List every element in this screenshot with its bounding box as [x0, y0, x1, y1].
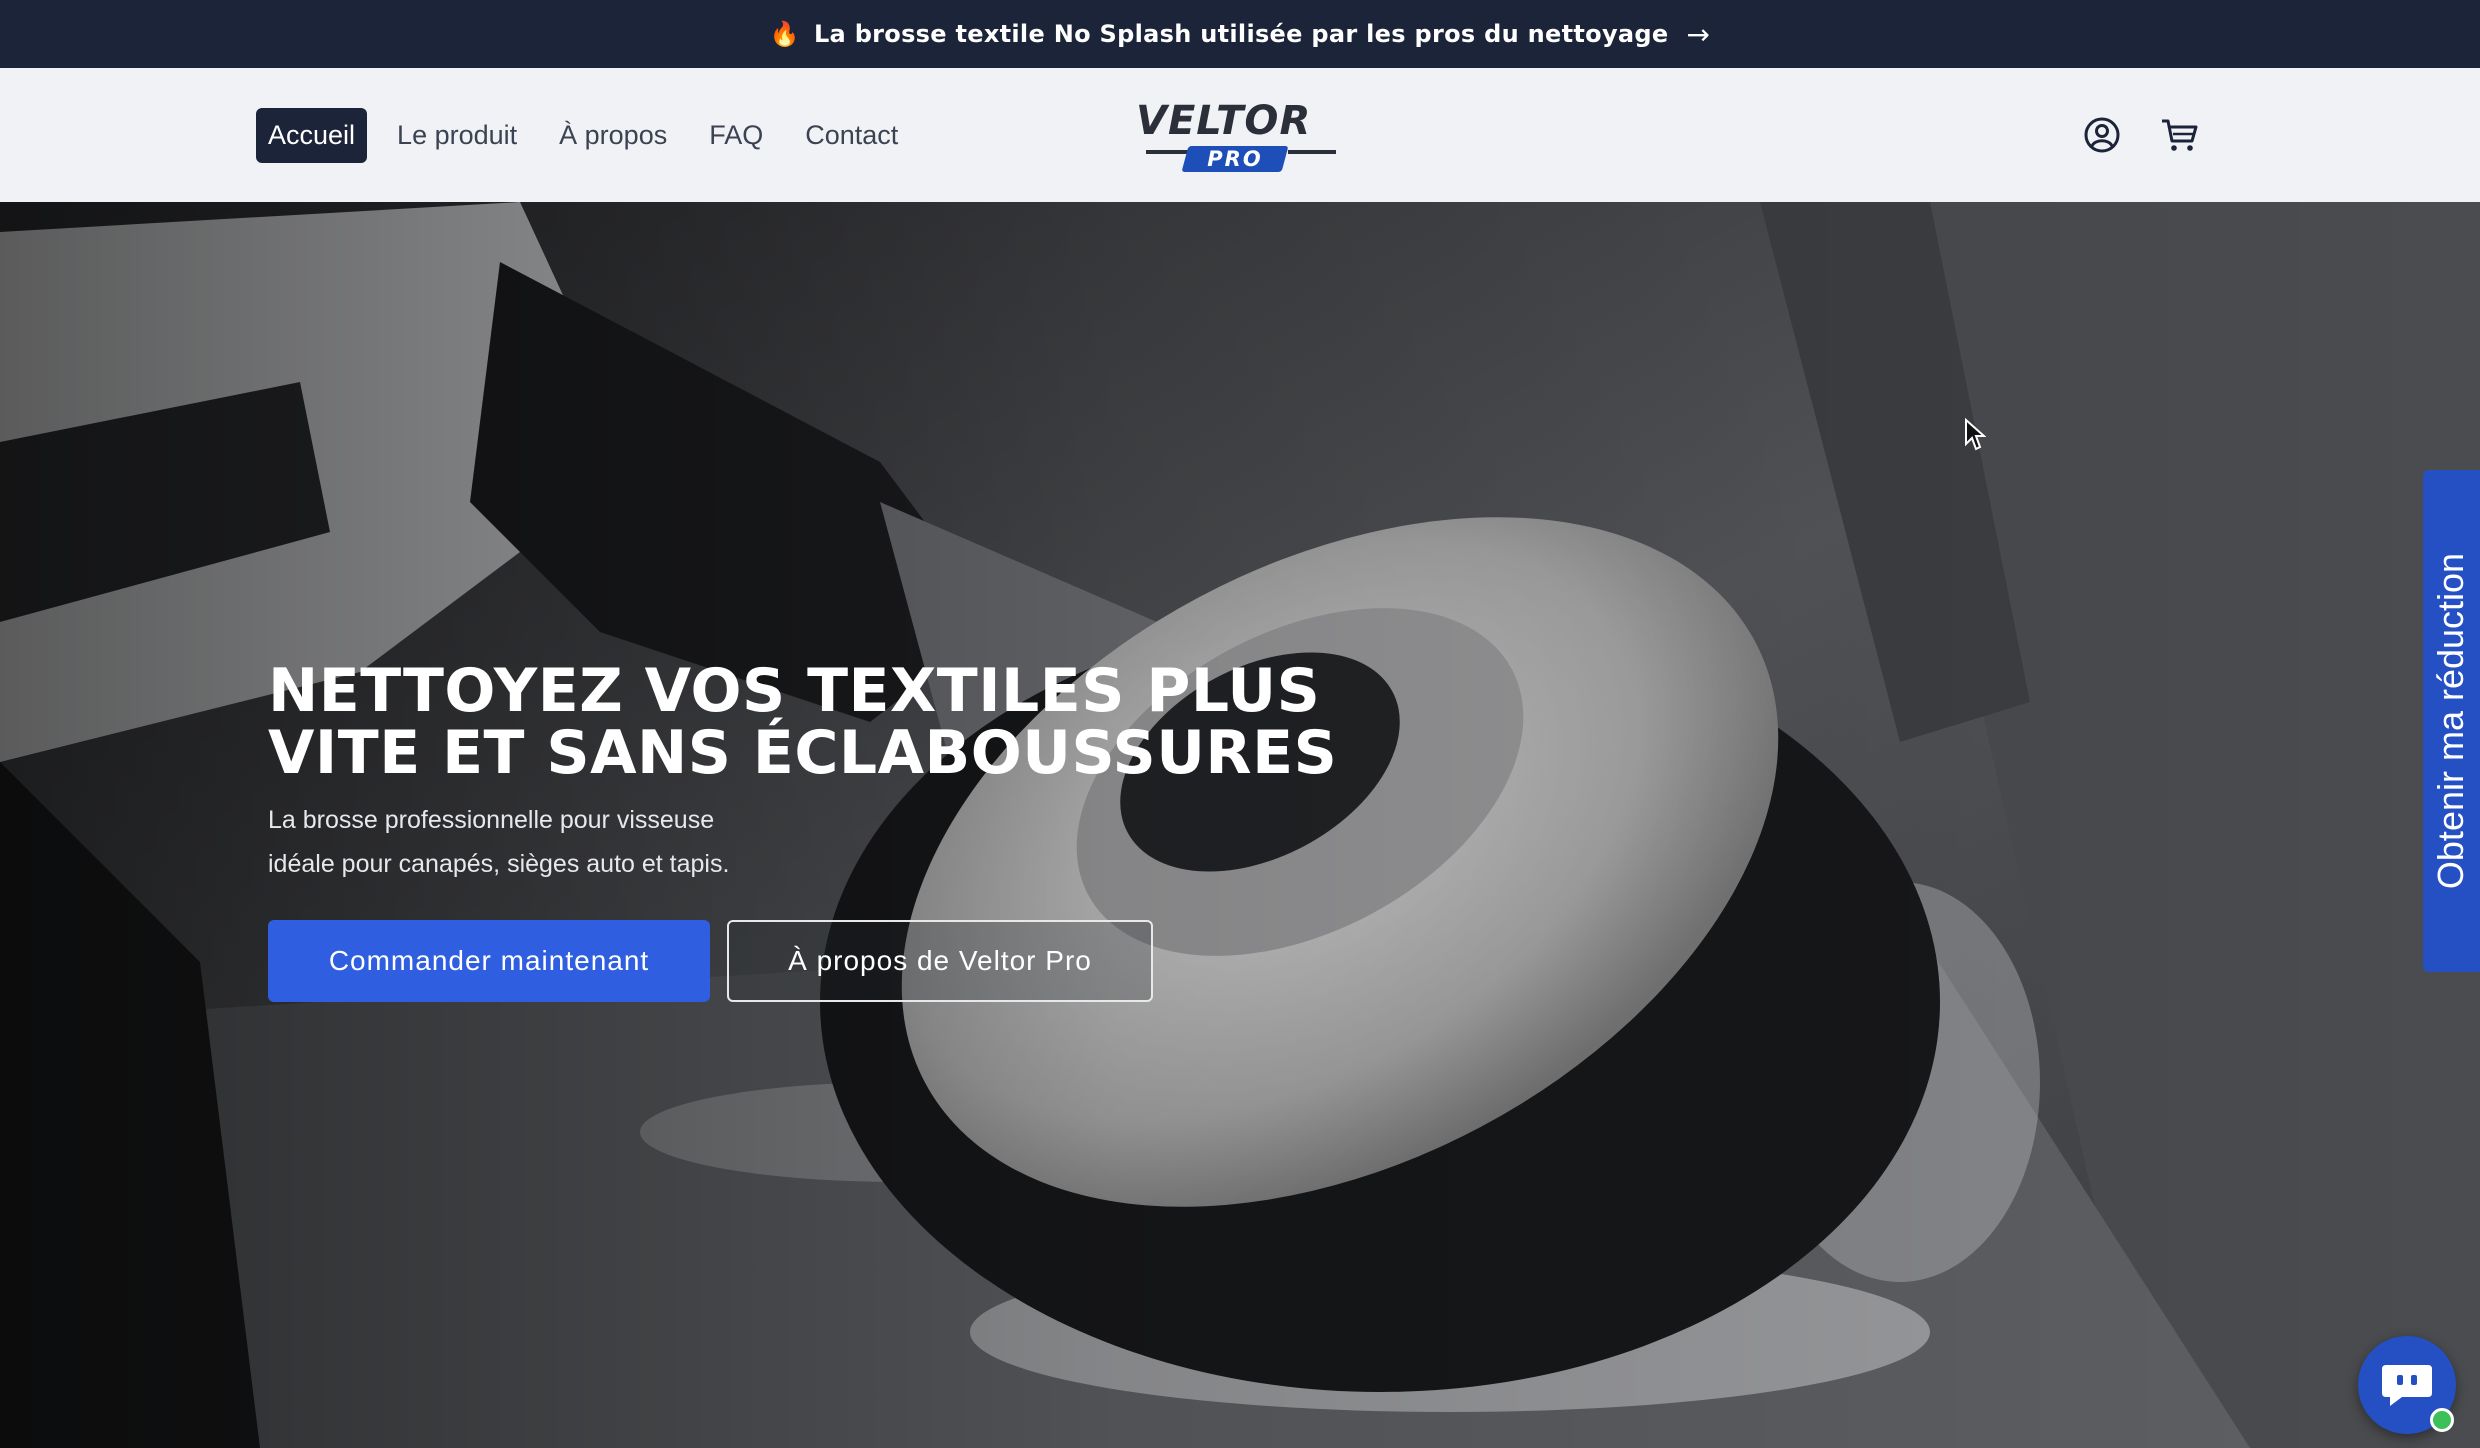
hero-title: NETTOYEZ VOS TEXTILES PLUS VITE ET SANS … — [268, 656, 1338, 788]
get-discount-label: Obtenir ma réduction — [2430, 552, 2472, 890]
about-veltor-button[interactable]: À propos de Veltor Pro — [727, 920, 1153, 1002]
arrow-right-icon: → — [1686, 17, 1711, 51]
fire-icon: 🔥 — [769, 20, 800, 48]
nav-item-a-propos[interactable]: À propos — [547, 108, 679, 163]
hero-section: NETTOYEZ VOS TEXTILES PLUS VITE ET SANS … — [0, 202, 2480, 1448]
logo-brand: VELTOR — [1136, 98, 1312, 144]
logo[interactable]: VELTOR PRO — [1130, 96, 1350, 176]
online-status-dot — [2430, 1408, 2454, 1432]
nav-item-le-produit[interactable]: Le produit — [385, 108, 529, 163]
hero-subtitle: La brosse professionnelle pour visseuse … — [268, 806, 730, 878]
chat-button[interactable] — [2358, 1336, 2456, 1434]
logo-speed-line-left — [1146, 150, 1190, 154]
account-icon[interactable] — [2080, 113, 2124, 157]
chat-icon — [2382, 1365, 2432, 1406]
logo-speed-line-right — [1288, 150, 1336, 154]
site-header: Accueil Le produit À propos FAQ Contact … — [0, 68, 2480, 202]
cart-icon[interactable] — [2157, 113, 2201, 157]
order-now-button[interactable]: Commander maintenant — [268, 920, 710, 1002]
nav-item-accueil[interactable]: Accueil — [256, 108, 368, 163]
get-discount-tab[interactable]: Obtenir ma réduction — [2423, 470, 2480, 972]
main-nav: Accueil Le produit À propos FAQ Contact — [256, 108, 928, 163]
nav-item-contact[interactable]: Contact — [793, 108, 910, 163]
nav-item-faq[interactable]: FAQ — [697, 108, 775, 163]
announcement-bar[interactable]: 🔥 La brosse textile No Splash utilisée p… — [0, 0, 2480, 68]
mouse-cursor-icon — [1965, 418, 1986, 451]
logo-pro-badge: PRO — [1181, 146, 1289, 172]
announcement-text: La brosse textile No Splash utilisée par… — [813, 20, 1669, 48]
